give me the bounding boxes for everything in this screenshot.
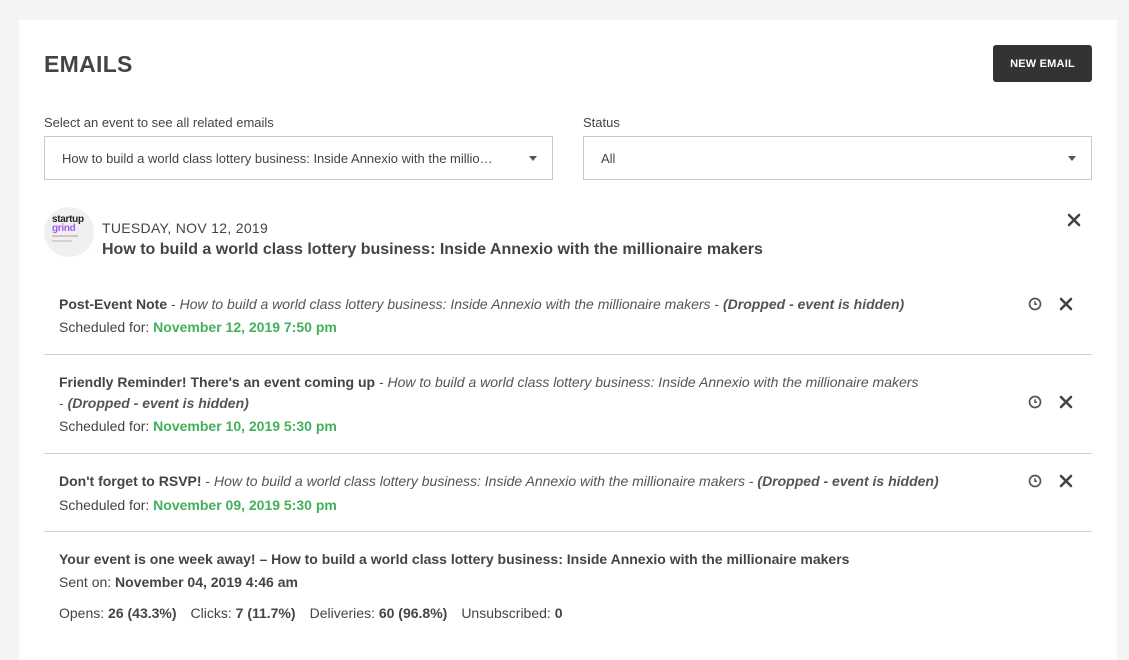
schedule-time: November 12, 2019 7:50 pm [153, 319, 337, 335]
email-stats: Opens: 26 (43.3%) Clicks: 7 (11.7%) Delive… [59, 605, 563, 621]
status-select-label: Status [583, 115, 620, 130]
status-select[interactable]: All [583, 136, 1092, 180]
event-header: startup grind TUESDAY, NOV 12, 2019 How … [44, 207, 1092, 267]
stat-value: 26 (43.3%) [108, 605, 177, 621]
email-status: (Dropped - event is hidden) [757, 473, 939, 489]
event-logo: startup grind [44, 207, 94, 257]
stat-value: 60 (96.8%) [378, 605, 448, 621]
email-event: How to build a world class lottery busin… [214, 473, 745, 489]
stat-label: Unsubscribed: [461, 605, 555, 621]
clock-icon[interactable] [1028, 395, 1042, 409]
schedule-time: November 10, 2019 5:30 pm [153, 418, 337, 434]
logo-text-grind: grind [52, 223, 76, 234]
stat-label: Deliveries: [309, 605, 379, 621]
email-row: Don't forget to RSVP! - How to build a w… [44, 454, 1092, 532]
separator: - [744, 473, 758, 489]
event-select[interactable]: How to build a world class lottery busin… [44, 136, 553, 180]
email-event: How to build a world class lottery busin… [179, 296, 711, 312]
logo-line [52, 235, 78, 237]
sent-label: Sent on: [59, 574, 116, 590]
event-name: How to build a world class lottery busin… [102, 241, 763, 258]
separator: - [167, 296, 180, 312]
stat-value: 7 (11.7%) [235, 605, 296, 621]
event-date: TUESDAY, NOV 12, 2019 [102, 220, 269, 236]
sent-time: November 04, 2019 4:46 am [115, 574, 298, 590]
emails-card: EMAILS NEW EMAIL Select an event to see … [19, 20, 1117, 660]
chevron-down-icon [1068, 155, 1076, 161]
delete-icon[interactable] [1059, 297, 1073, 311]
email-summary: Your event is one week away! – How to bu… [59, 549, 1019, 570]
clock-icon[interactable] [1028, 474, 1042, 488]
logo-line [52, 240, 72, 242]
separator: - [375, 374, 388, 390]
email-title[interactable]: Your event is one week away! – How to bu… [59, 551, 849, 567]
email-title[interactable]: Friendly Reminder! There's an event comi… [59, 374, 375, 390]
stat-deliveries: Deliveries: 60 (96.8%) [310, 605, 448, 621]
email-sent-on: Sent on: November 04, 2019 4:46 am [59, 574, 298, 590]
email-summary: Friendly Reminder! There's an event comi… [59, 372, 919, 414]
separator: - [201, 473, 214, 489]
email-schedule: Scheduled for: November 09, 2019 5:30 pm [59, 497, 337, 513]
email-status: (Dropped - event is hidden) [67, 395, 249, 411]
email-status: (Dropped - event is hidden) [722, 296, 905, 312]
separator: - [59, 395, 68, 411]
email-summary: Post-Event Note - How to build a world c… [59, 294, 989, 315]
email-summary: Don't forget to RSVP! - How to build a w… [59, 471, 999, 492]
schedule-time: November 09, 2019 5:30 pm [153, 497, 337, 513]
stat-clicks: Clicks: 7 (11.7%) [191, 605, 296, 621]
schedule-label: Scheduled for: [59, 418, 154, 434]
separator: - [710, 296, 723, 312]
stat-unsubscribed: Unsubscribed: 0 [461, 605, 562, 621]
delete-icon[interactable] [1059, 395, 1073, 409]
delete-icon[interactable] [1059, 474, 1073, 488]
chevron-down-icon [529, 155, 537, 161]
schedule-label: Scheduled for: [59, 319, 154, 335]
stat-label: Opens: [59, 605, 109, 621]
email-event: How to build a world class lottery busin… [387, 374, 919, 390]
email-schedule: Scheduled for: November 10, 2019 5:30 pm [59, 418, 337, 434]
event-select-value: How to build a world class lottery busin… [62, 150, 493, 166]
stat-label: Clicks: [190, 605, 236, 621]
email-row: Friendly Reminder! There's an event comi… [44, 355, 1092, 454]
email-row: Your event is one week away! – How to bu… [44, 532, 1092, 637]
schedule-label: Scheduled for: [59, 497, 154, 513]
status-select-value: All [601, 150, 616, 166]
email-title[interactable]: Post-Event Note [59, 296, 167, 312]
email-title[interactable]: Don't forget to RSVP! [59, 473, 202, 489]
email-row: Post-Event Note - How to build a world c… [44, 278, 1092, 355]
close-icon[interactable] [1067, 213, 1081, 227]
clock-icon[interactable] [1028, 297, 1042, 311]
event-select-label: Select an event to see all related email… [44, 115, 274, 130]
email-schedule: Scheduled for: November 12, 2019 7:50 pm [59, 319, 337, 335]
new-email-button[interactable]: NEW EMAIL [993, 45, 1092, 82]
stat-opens: Opens: 26 (43.3%) [59, 605, 177, 621]
stat-value: 0 [554, 605, 563, 621]
page-title: EMAILS [44, 51, 133, 77]
